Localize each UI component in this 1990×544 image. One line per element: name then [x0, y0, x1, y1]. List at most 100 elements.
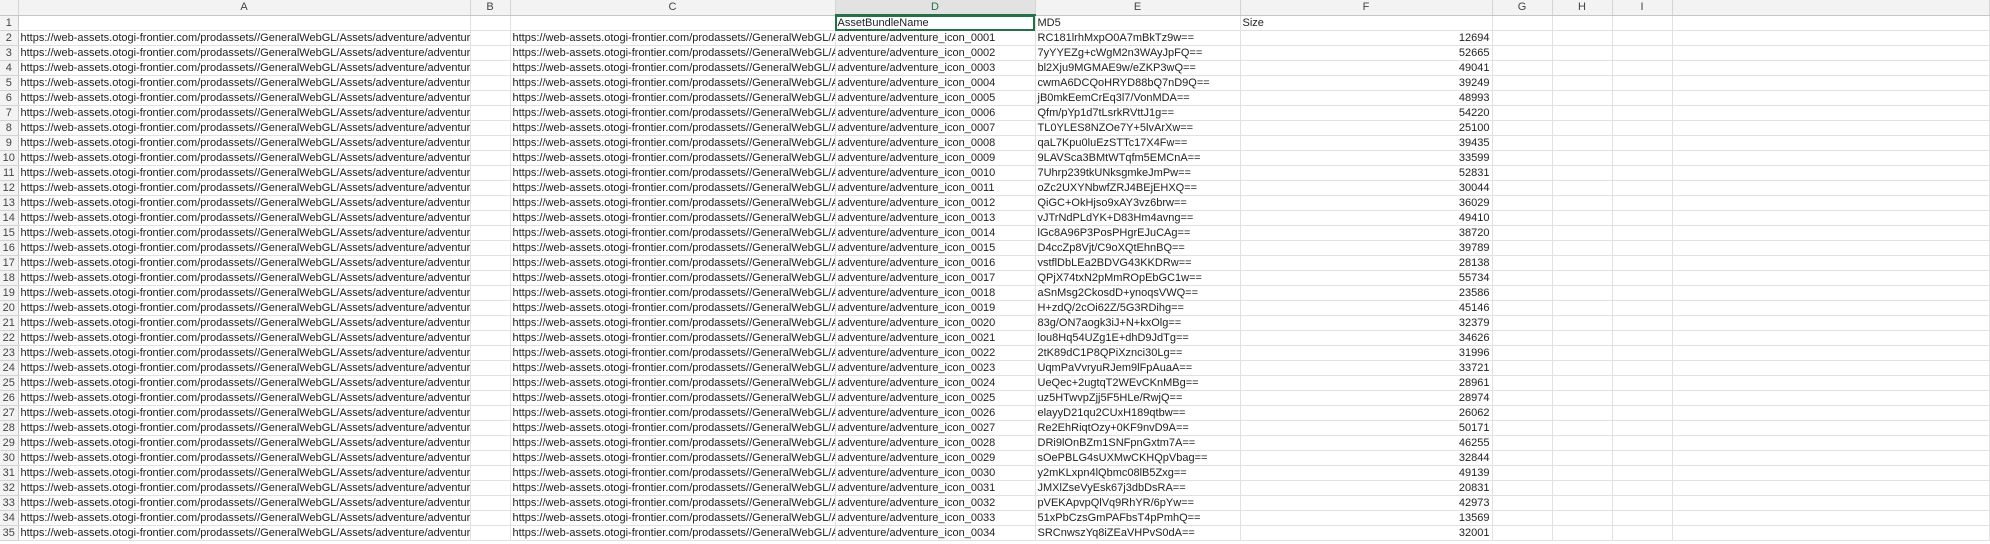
cell-f[interactable]: 39789	[1240, 240, 1493, 256]
cell-b[interactable]	[470, 285, 511, 301]
cell-blank[interactable]	[1672, 375, 1990, 391]
cell-blank[interactable]	[1672, 90, 1990, 106]
cell-i[interactable]	[1612, 195, 1673, 211]
cell-blank[interactable]	[1672, 420, 1990, 436]
cell-h[interactable]	[1552, 60, 1613, 76]
row-header[interactable]: 16	[0, 240, 19, 256]
cell-c[interactable]: https://web-assets.otogi-frontier.com/pr…	[510, 90, 836, 106]
cell-h[interactable]	[1552, 300, 1613, 316]
cell-i[interactable]	[1612, 255, 1673, 271]
cell-blank[interactable]	[1672, 405, 1990, 421]
cell-g[interactable]	[1492, 270, 1553, 286]
cell-h[interactable]	[1552, 465, 1613, 481]
cell-i[interactable]	[1612, 360, 1673, 376]
cell-e[interactable]: JMXlZseVyEsk67j3dbDsRA==	[1035, 480, 1241, 496]
cell-c[interactable]: https://web-assets.otogi-frontier.com/pr…	[510, 510, 836, 526]
cell-a[interactable]: https://web-assets.otogi-frontier.com/pr…	[18, 450, 471, 466]
cell-i[interactable]	[1612, 390, 1673, 406]
cell-blank[interactable]	[1672, 345, 1990, 361]
cell-g[interactable]	[1492, 345, 1553, 361]
cell-i[interactable]	[1612, 285, 1673, 301]
cell-a[interactable]: https://web-assets.otogi-frontier.com/pr…	[18, 105, 471, 121]
column-header-e[interactable]: E	[1035, 0, 1241, 16]
cell-i[interactable]	[1612, 435, 1673, 451]
cell-e[interactable]: sOePBLG4sUXMwCKHQpVbag==	[1035, 450, 1241, 466]
cell-f[interactable]: 55734	[1240, 270, 1493, 286]
row-header[interactable]: 7	[0, 105, 19, 121]
cell-h[interactable]	[1552, 75, 1613, 91]
cell-c[interactable]: https://web-assets.otogi-frontier.com/pr…	[510, 360, 836, 376]
cell-e[interactable]: y2mKLxpn4lQbmc08lB5Zxg==	[1035, 465, 1241, 481]
cell-b[interactable]	[470, 105, 511, 121]
cell-h[interactable]	[1552, 15, 1613, 31]
cell-e[interactable]: 7Uhrp239tkUNksgmkeJmPw==	[1035, 165, 1241, 181]
column-header-c[interactable]: C	[510, 0, 836, 16]
cell-i[interactable]	[1612, 135, 1673, 151]
cell-a[interactable]: https://web-assets.otogi-frontier.com/pr…	[18, 435, 471, 451]
cell-h[interactable]	[1552, 480, 1613, 496]
row-header[interactable]: 27	[0, 405, 19, 421]
cell-a[interactable]: https://web-assets.otogi-frontier.com/pr…	[18, 210, 471, 226]
cell-a[interactable]: https://web-assets.otogi-frontier.com/pr…	[18, 30, 471, 46]
cell-h[interactable]	[1552, 450, 1613, 466]
cell-f[interactable]: 49041	[1240, 60, 1493, 76]
cell-a[interactable]: https://web-assets.otogi-frontier.com/pr…	[18, 510, 471, 526]
cell-c[interactable]: https://web-assets.otogi-frontier.com/pr…	[510, 210, 836, 226]
cell-g[interactable]	[1492, 75, 1553, 91]
cell-i[interactable]	[1612, 330, 1673, 346]
cell-e[interactable]: 83g/ON7aogk3iJ+N+kxOlg==	[1035, 315, 1241, 331]
column-header-b[interactable]: B	[470, 0, 511, 16]
cell-b[interactable]	[470, 435, 511, 451]
cell-e[interactable]: RC181lrhMxpO0A7mBkTz9w==	[1035, 30, 1241, 46]
cell-b[interactable]	[470, 255, 511, 271]
cell-a[interactable]: https://web-assets.otogi-frontier.com/pr…	[18, 195, 471, 211]
cell-g[interactable]	[1492, 330, 1553, 346]
row-header[interactable]: 24	[0, 360, 19, 376]
column-header-f[interactable]: F	[1240, 0, 1493, 16]
cell-a[interactable]: https://web-assets.otogi-frontier.com/pr…	[18, 420, 471, 436]
cell-g[interactable]	[1492, 420, 1553, 436]
cell-blank[interactable]	[1672, 330, 1990, 346]
cell-h[interactable]	[1552, 270, 1613, 286]
cell-c[interactable]: https://web-assets.otogi-frontier.com/pr…	[510, 285, 836, 301]
cell-d[interactable]: adventure/adventure_icon_0010	[835, 165, 1036, 181]
cell-e[interactable]: Qfm/pYp1d7tLsrkRVttJ1g==	[1035, 105, 1241, 121]
cell-g[interactable]	[1492, 180, 1553, 196]
cell-c[interactable]: https://web-assets.otogi-frontier.com/pr…	[510, 270, 836, 286]
cell-e[interactable]: bl2Xju9MGMAE9w/eZKP3wQ==	[1035, 60, 1241, 76]
cell-d[interactable]: adventure/adventure_icon_0019	[835, 300, 1036, 316]
cell-i[interactable]	[1612, 225, 1673, 241]
cell-b[interactable]	[470, 240, 511, 256]
cell-a[interactable]: https://web-assets.otogi-frontier.com/pr…	[18, 120, 471, 136]
cell-d[interactable]: adventure/adventure_icon_0031	[835, 480, 1036, 496]
cell-c[interactable]: https://web-assets.otogi-frontier.com/pr…	[510, 135, 836, 151]
row-header[interactable]: 10	[0, 150, 19, 166]
cell-c[interactable]: https://web-assets.otogi-frontier.com/pr…	[510, 420, 836, 436]
cell-d[interactable]: adventure/adventure_icon_0026	[835, 405, 1036, 421]
row-header[interactable]: 33	[0, 495, 19, 511]
cell-c[interactable]: https://web-assets.otogi-frontier.com/pr…	[510, 480, 836, 496]
cell-c[interactable]: https://web-assets.otogi-frontier.com/pr…	[510, 495, 836, 511]
cell-e[interactable]: QiGC+OkHjso9xAY3vz6brw==	[1035, 195, 1241, 211]
cell-blank[interactable]	[1672, 315, 1990, 331]
cell-blank[interactable]	[1672, 210, 1990, 226]
cell-e[interactable]: SRCnwszYq8iZEaVHPvS0dA==	[1035, 525, 1241, 541]
cell-a[interactable]: https://web-assets.otogi-frontier.com/pr…	[18, 285, 471, 301]
row-header[interactable]: 15	[0, 225, 19, 241]
cell-b[interactable]	[470, 120, 511, 136]
cell-e[interactable]: UqmPaVvryuRJem9lFpAuaA==	[1035, 360, 1241, 376]
cell-blank[interactable]	[1672, 150, 1990, 166]
cell-f[interactable]: 12694	[1240, 30, 1493, 46]
cell-i[interactable]	[1612, 150, 1673, 166]
cell-c[interactable]: https://web-assets.otogi-frontier.com/pr…	[510, 345, 836, 361]
cell-g[interactable]	[1492, 60, 1553, 76]
cell-i[interactable]	[1612, 315, 1673, 331]
cell-d[interactable]: AssetBundleName	[835, 15, 1036, 31]
cell-g[interactable]	[1492, 450, 1553, 466]
cell-h[interactable]	[1552, 315, 1613, 331]
cell-f[interactable]: 13569	[1240, 510, 1493, 526]
cell-g[interactable]	[1492, 480, 1553, 496]
cell-blank[interactable]	[1672, 30, 1990, 46]
cell-i[interactable]	[1612, 525, 1673, 541]
cell-a[interactable]: https://web-assets.otogi-frontier.com/pr…	[18, 480, 471, 496]
